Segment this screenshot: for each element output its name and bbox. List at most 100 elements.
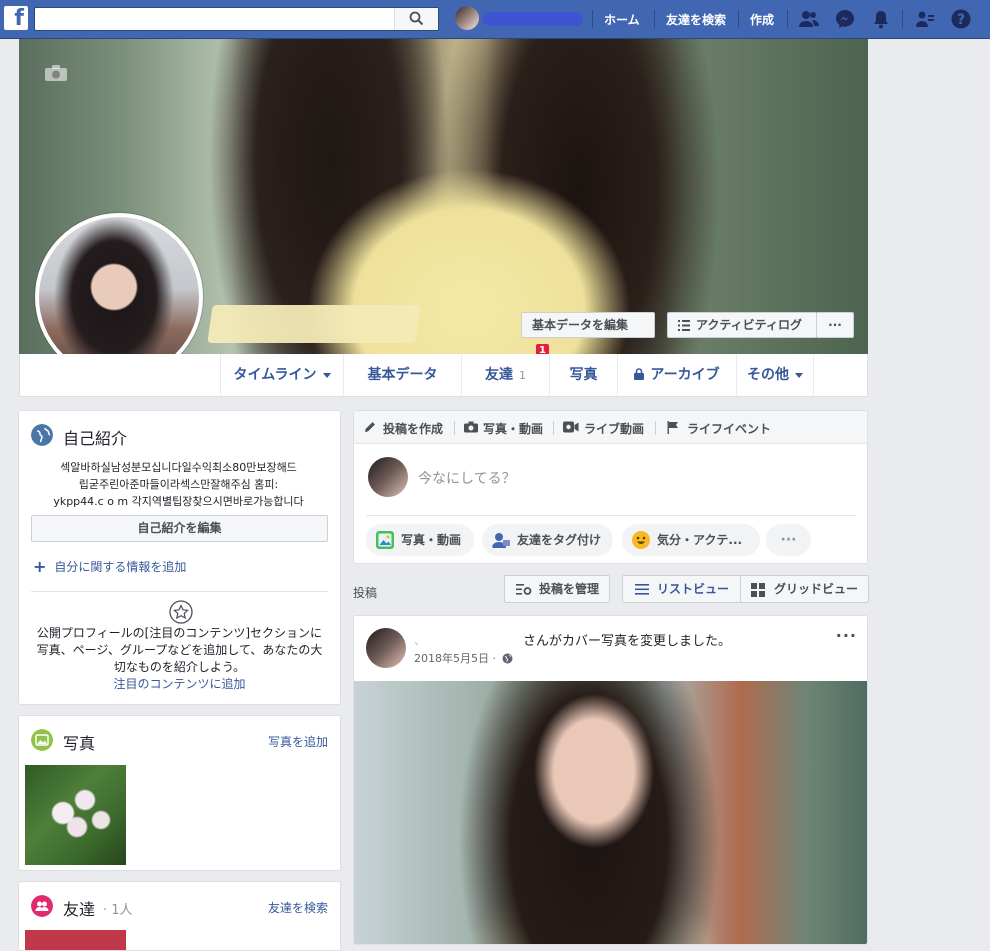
add-photo-link[interactable]: 写真を追加 bbox=[268, 733, 328, 750]
messenger-icon[interactable] bbox=[834, 8, 856, 30]
friends-icon bbox=[31, 895, 53, 917]
manage-posts-label: 投稿を管理 bbox=[539, 582, 600, 596]
activity-log-button[interactable]: アクティビティログ bbox=[667, 312, 817, 338]
photos-title: 写真 bbox=[63, 734, 96, 753]
featured-text: 公開プロフィールの[注目のコンテンツ]セクションに写真、ページ、グループなどを追… bbox=[36, 626, 323, 674]
grid-view-button[interactable]: グリッドビュー bbox=[740, 575, 869, 603]
bio-line: ykpp44.c o m 각지역별팁장찾으시면바로가능합니다 bbox=[53, 495, 304, 508]
add-featured-link[interactable]: 注目のコンテンツに追加 bbox=[31, 676, 328, 693]
friends-card: 友達 · 1人 友達を検索 bbox=[18, 881, 341, 951]
globe-icon[interactable] bbox=[502, 653, 513, 664]
divider bbox=[738, 10, 739, 28]
tag-friends-label: 友達をタグ付け bbox=[517, 533, 602, 547]
search-input[interactable] bbox=[35, 8, 395, 31]
tab-life-event[interactable]: ライフイベント bbox=[687, 420, 771, 437]
bio-line: 립굳주린아준마들이라섹스만잘해주심 홈피: bbox=[78, 478, 279, 491]
friend-requests-icon[interactable] bbox=[798, 8, 820, 30]
friends-count: 1 bbox=[519, 369, 526, 382]
tab-friends-label: 友達 bbox=[485, 367, 513, 383]
bio-line: 섹알바하실남성분모십니다일수익최소80만보장해드 bbox=[60, 461, 297, 474]
redacted-author-name[interactable]: 、 bbox=[414, 634, 427, 649]
profile-tabs: タイムライン 基本データ 友達 1 写真 アーカイブ その他 bbox=[19, 354, 868, 397]
tab-more-label: その他 bbox=[747, 367, 789, 383]
timeline-post: 、 さんがカバー写真を変更しました。 2018年5月5日 · ··· bbox=[353, 615, 868, 945]
tab-more[interactable]: その他 bbox=[736, 354, 814, 396]
tab-about[interactable]: 基本データ bbox=[343, 354, 461, 396]
chevron-down-icon bbox=[795, 372, 803, 378]
notifications-bell-icon[interactable] bbox=[870, 8, 892, 30]
list-view-button[interactable]: リストビュー bbox=[622, 575, 741, 603]
composer-tabs: 投稿を作成 写真・動画 ライブ動画 ライフイベント bbox=[354, 411, 867, 444]
photo-video-button[interactable]: 写真・動画 bbox=[366, 524, 474, 556]
post-timestamp[interactable]: 2018年5月5日 · bbox=[414, 652, 496, 665]
manage-posts-button[interactable]: 投稿を管理 bbox=[504, 575, 610, 603]
nav-home-link[interactable]: ホーム bbox=[604, 11, 640, 28]
avatar[interactable] bbox=[366, 628, 406, 668]
feeling-activity-button[interactable]: 気分・アクテ... bbox=[622, 524, 760, 556]
post-action-text: さんがカバー写真を変更しました。 bbox=[523, 634, 732, 649]
edit-basic-info-label: 基本データを編集 bbox=[532, 318, 629, 332]
intro-card: 自己紹介 섹알바하실남성분모십니다일수익최소80만보장해드 립굳주린아준마들이라… bbox=[18, 410, 341, 705]
smiley-icon bbox=[632, 531, 650, 549]
post-header: 、 さんがカバー写真を変更しました。 bbox=[414, 630, 731, 649]
bio-text: 섹알바하실남성분모십니다일수익최소80만보장해드 립굳주린아준마들이라섹스만잘해… bbox=[31, 459, 326, 510]
camera-icon bbox=[464, 421, 478, 433]
tab-photos[interactable]: 写真 bbox=[549, 354, 617, 396]
chevron-down-icon bbox=[322, 372, 331, 378]
add-info-label: 自分に関する情報を追加 bbox=[54, 560, 187, 574]
photo-video-label: 写真・動画 bbox=[401, 533, 462, 547]
activity-log-label: アクティビティログ bbox=[696, 318, 802, 332]
tab-photo-video[interactable]: 写真・動画 bbox=[483, 420, 543, 437]
edit-intro-button[interactable]: 自己紹介を編集 bbox=[31, 515, 328, 542]
more-options-button[interactable]: ··· bbox=[766, 524, 811, 556]
edit-basic-info-button[interactable]: 基本データを編集1 bbox=[521, 312, 655, 357]
divider bbox=[655, 421, 656, 435]
flag-icon bbox=[667, 421, 678, 434]
lock-icon bbox=[634, 368, 645, 380]
quick-help-people-icon[interactable] bbox=[914, 8, 936, 30]
intro-title: 自己紹介 bbox=[63, 429, 128, 448]
friend-thumbnail[interactable] bbox=[25, 930, 126, 950]
nav-create-link[interactable]: 作成 bbox=[750, 11, 774, 28]
divider bbox=[787, 10, 788, 28]
gear-list-icon bbox=[516, 584, 532, 595]
add-info-link[interactable]: + 自分に関する情報を追加 bbox=[33, 557, 186, 576]
list-view-icon bbox=[635, 584, 649, 595]
nav-find-friends-link[interactable]: 友達を検索 bbox=[666, 11, 726, 28]
tag-friends-button[interactable]: 友達をタグ付け bbox=[482, 524, 613, 556]
divider bbox=[553, 421, 554, 435]
top-navigation-bar: f ホーム 友達を検索 作成 ? bbox=[0, 0, 990, 39]
grid-view-icon bbox=[751, 583, 765, 597]
more-options-button[interactable]: ··· bbox=[816, 312, 854, 338]
tab-archive[interactable]: アーカイブ bbox=[617, 354, 736, 396]
find-friends-link[interactable]: 友達を検索 bbox=[268, 899, 328, 916]
help-question-icon[interactable]: ? bbox=[950, 8, 972, 30]
star-icon bbox=[169, 600, 193, 624]
status-input[interactable]: 今なにしてる？ bbox=[418, 468, 516, 488]
tab-friends[interactable]: 友達 1 bbox=[461, 354, 549, 396]
divider bbox=[592, 10, 593, 28]
avatar bbox=[455, 6, 479, 30]
redacted-user-name bbox=[483, 12, 583, 26]
friends-count: · 1人 bbox=[103, 903, 133, 918]
facebook-logo[interactable]: f bbox=[4, 6, 28, 30]
tab-timeline[interactable]: タイムライン bbox=[220, 354, 343, 396]
divider bbox=[366, 515, 856, 516]
search-button[interactable] bbox=[394, 8, 438, 30]
post-composer: 投稿を作成 写真・動画 ライブ動画 ライフイベント 今なにしてる？ 写真・動画 … bbox=[353, 410, 868, 564]
search-box bbox=[34, 7, 439, 31]
camera-icon[interactable] bbox=[44, 64, 68, 82]
post-cover-image[interactable] bbox=[354, 681, 867, 944]
divider bbox=[31, 591, 328, 592]
tab-create-post[interactable]: 投稿を作成 bbox=[383, 420, 443, 437]
divider bbox=[902, 10, 903, 28]
grid-view-label: グリッドビュー bbox=[774, 582, 859, 596]
photo-thumbnail[interactable] bbox=[25, 765, 126, 865]
search-icon bbox=[409, 11, 424, 26]
list-icon bbox=[678, 320, 690, 331]
photos-card: 写真 写真を追加 bbox=[18, 715, 341, 871]
post-meta: 2018年5月5日 · bbox=[414, 650, 513, 666]
post-options-button[interactable]: ··· bbox=[836, 626, 857, 645]
tab-live-video[interactable]: ライブ動画 bbox=[584, 420, 644, 437]
tab-archive-label: アーカイブ bbox=[650, 367, 720, 383]
